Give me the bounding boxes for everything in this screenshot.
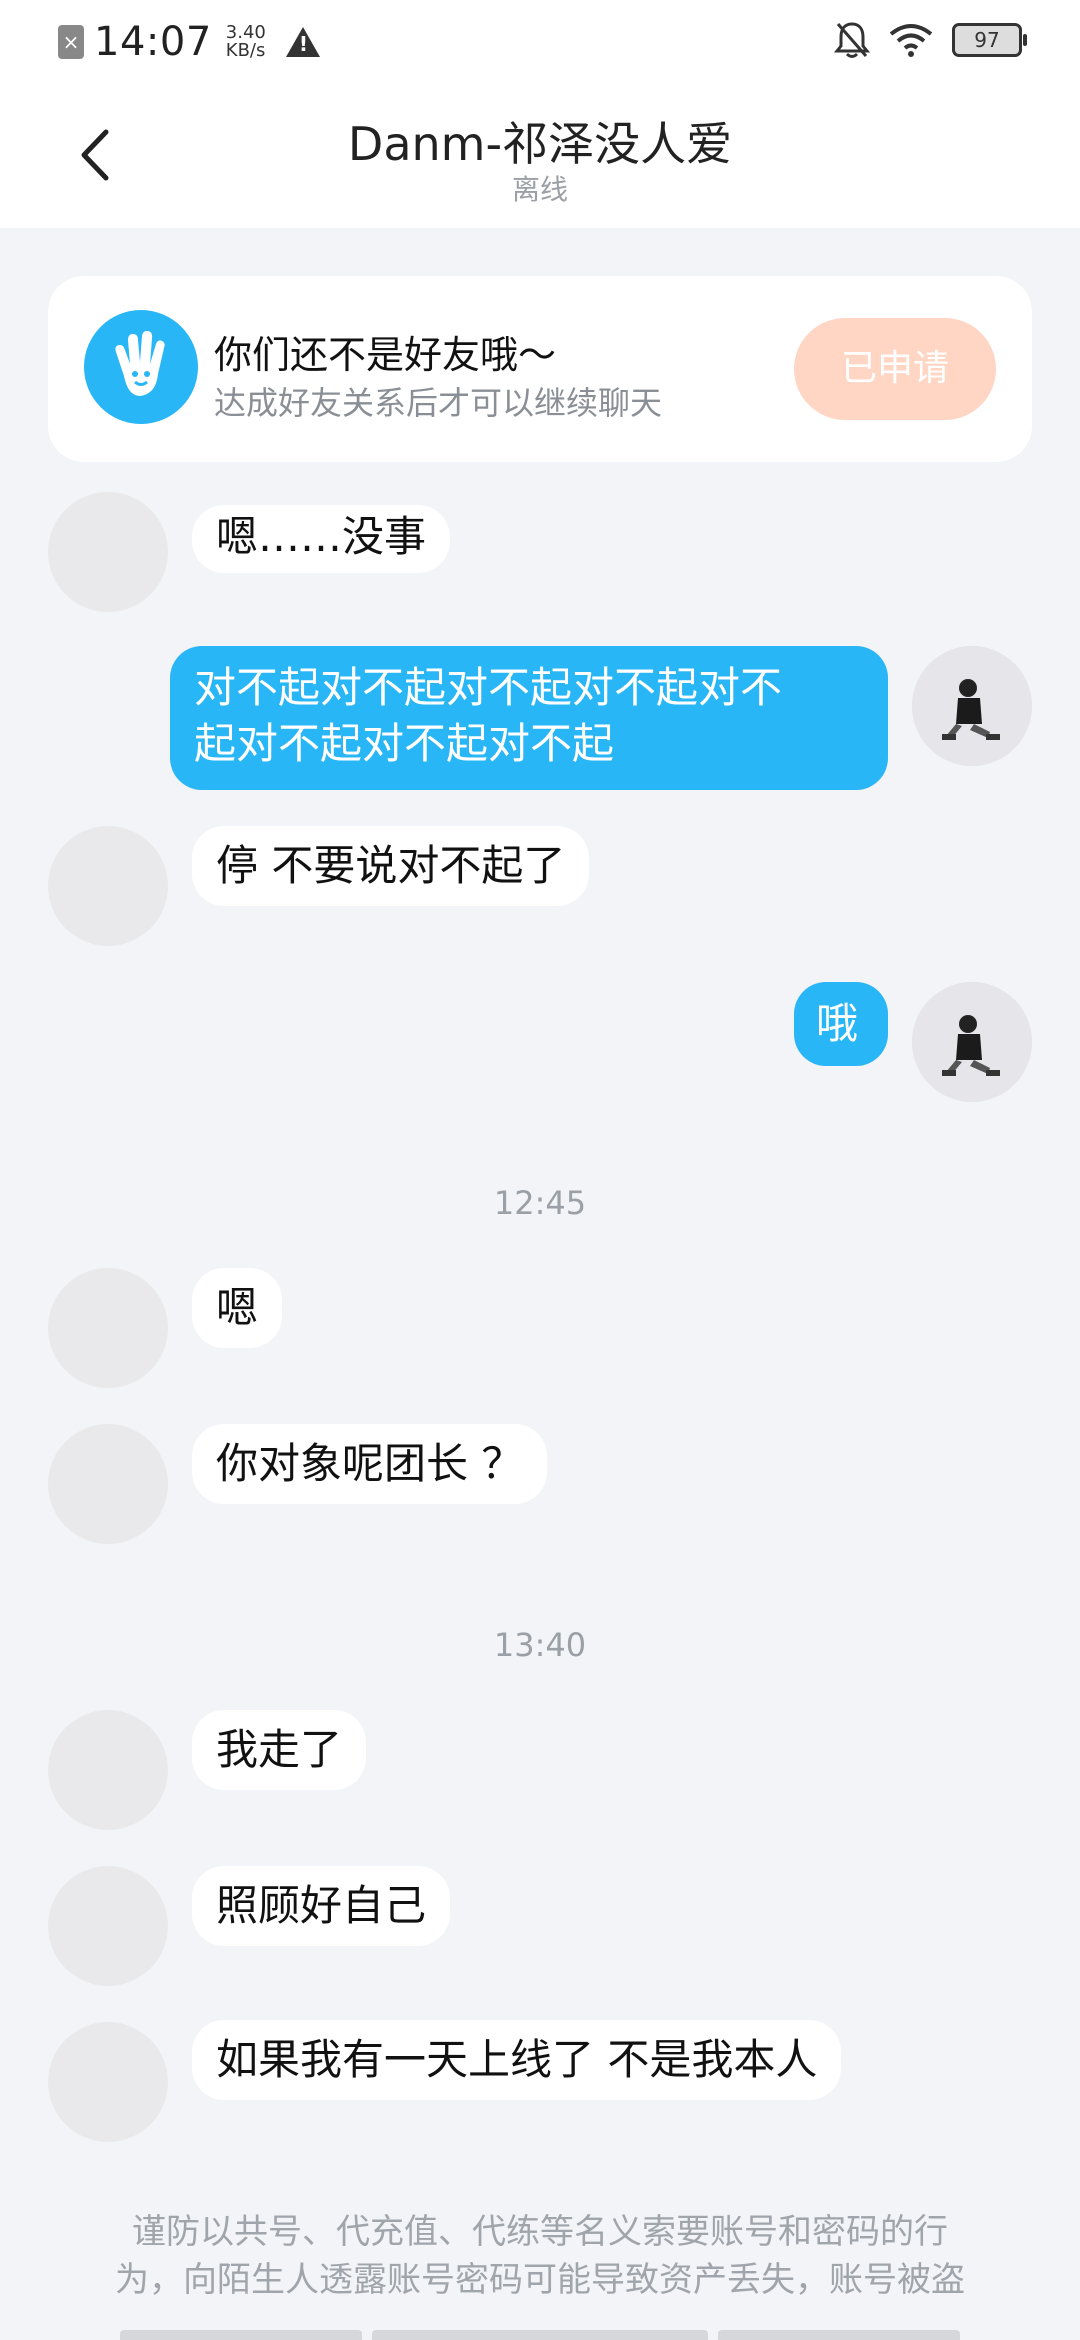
chat-header: Danm-祁泽没人爱 离线 (0, 80, 1080, 228)
my-avatar[interactable] (912, 982, 1032, 1102)
status-right: 97 (834, 20, 1027, 60)
message-bubble[interactable]: 停 不要说对不起了 (192, 826, 590, 906)
my-avatar[interactable] (912, 646, 1032, 766)
wifi-icon (889, 24, 933, 57)
my-message-bubble[interactable]: 对不起对不起对不起对不起对不 起对不起对不起对不起 (170, 646, 888, 790)
message-bubble[interactable]: 我走了 (192, 1710, 367, 1790)
security-notice-line: 为，向陌生人透露账号密码可能导致资产丢失，账号被盗 (115, 2260, 965, 2300)
contact-avatar[interactable] (48, 1424, 168, 1544)
network-speed-unit: KB/s (225, 40, 266, 61)
message-bubble[interactable]: 嗯 (192, 1268, 283, 1348)
bottom-bar-edge (120, 2330, 960, 2340)
message-bubble[interactable]: 你对象呢团长 ？ (192, 1424, 548, 1504)
no-sim-icon: × (58, 25, 84, 59)
bell-off-icon (834, 22, 870, 58)
message-bubble[interactable]: 如果我有一天上线了 不是我本人 (192, 2020, 842, 2100)
contact-avatar[interactable] (48, 1866, 168, 1986)
user-photo-icon (912, 982, 1032, 1102)
security-notice: 谨防以共号、代充值、代练等名义索要账号和密码的行 为，向陌生人透露账号密码可能导… (80, 2208, 1000, 2304)
contact-avatar[interactable] (48, 2022, 168, 2142)
status-bar: × 14:07 3.40 KB/s 97 (0, 0, 1080, 80)
friend-request-card: 你们还不是好友哦～ 达成好友关系后才可以继续聊天 已申请 (48, 276, 1032, 462)
message-bubble[interactable]: 照顾好自己 (192, 1866, 451, 1946)
bottom-tab[interactable] (371, 2330, 709, 2340)
online-status: 离线 (511, 173, 568, 206)
contact-avatar[interactable] (48, 826, 168, 946)
message-timestamp: 13:40 (493, 1626, 587, 1664)
security-notice-line: 谨防以共号、代充值、代练等名义索要账号和密码的行 (132, 2212, 948, 2252)
contact-avatar[interactable] (48, 1268, 168, 1388)
my-message-bubble[interactable]: 哦 (794, 982, 888, 1066)
status-time: 14:07 (94, 19, 212, 65)
friend-card-title: 你们还不是好友哦～ (214, 333, 557, 377)
bottom-tab[interactable] (718, 2330, 960, 2340)
contact-avatar[interactable] (48, 492, 168, 612)
warning-icon (285, 27, 320, 57)
bottom-tab[interactable] (120, 2330, 362, 2340)
message-line: 对不起对不起对不起对不起对不 (194, 663, 783, 712)
contact-avatar[interactable] (48, 1710, 168, 1830)
chat-title: Danm-祁泽没人爱 (347, 117, 733, 171)
network-speed: 3.40 KB/s (226, 24, 266, 60)
message-bubble[interactable]: 嗯……没事 (192, 505, 451, 573)
battery-indicator: 97 (952, 23, 1027, 57)
wave-hand-icon (84, 310, 198, 424)
message-timestamp: 12:45 (493, 1184, 587, 1222)
applied-button[interactable]: 已申请 (794, 318, 996, 420)
user-photo-icon (912, 646, 1032, 766)
message-line: 起对不起对不起对不起 (194, 719, 615, 768)
friend-card-subtitle: 达成好友关系后才可以继续聊天 (214, 384, 663, 422)
status-left: × 14:07 3.40 KB/s (58, 18, 320, 66)
